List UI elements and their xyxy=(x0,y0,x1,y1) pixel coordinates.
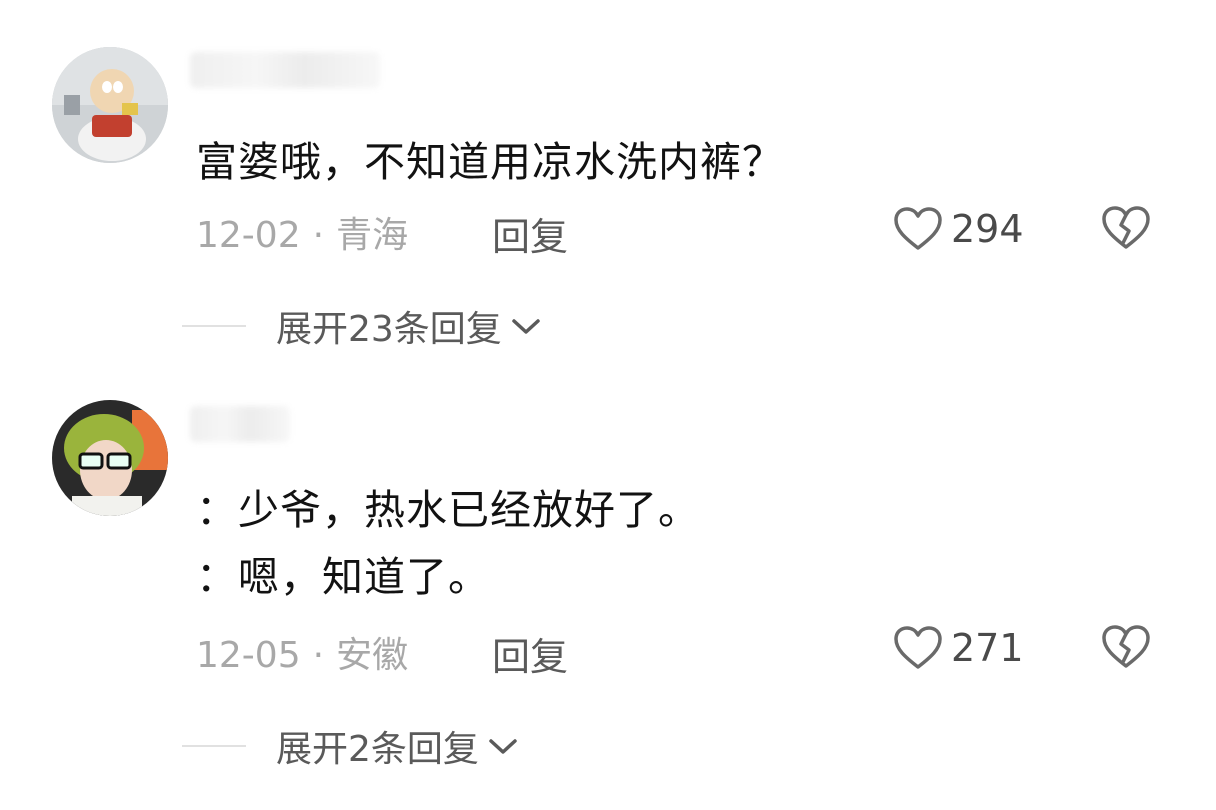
dislike-button[interactable] xyxy=(1101,624,1151,670)
comment-meta: 12-02 · 青海 xyxy=(196,206,408,258)
avatar[interactable] xyxy=(52,400,168,516)
divider xyxy=(182,325,246,327)
username-blurred[interactable] xyxy=(190,406,290,442)
dislike-button[interactable] xyxy=(1101,205,1151,251)
meta-separator: · xyxy=(312,215,325,256)
username-blurred[interactable] xyxy=(190,52,380,88)
comment-text: ：嗯，知道了。 xyxy=(196,553,490,601)
comment-item: 富婆哦，不知道用凉水洗内裤？ 12-02 · 青海 回复 294 展开23条回复 xyxy=(0,0,1216,380)
avatar[interactable] xyxy=(52,47,168,163)
comment-text: 富婆哦，不知道用凉水洗内裤？ xyxy=(196,138,784,186)
comment-date: 12-02 xyxy=(196,215,301,256)
comment-location: 安徽 xyxy=(336,635,409,676)
reply-button[interactable]: 回复 xyxy=(492,626,568,681)
comment-meta: 12-05 · 安徽 xyxy=(196,626,408,678)
like-button[interactable]: 271 xyxy=(893,623,1024,673)
comment-text: ：少爷，热水已经放好了。 xyxy=(196,486,700,534)
expand-replies-label: 展开2条回复 xyxy=(276,729,479,770)
like-count: 294 xyxy=(951,207,1024,251)
like-button[interactable]: 294 xyxy=(893,204,1024,254)
comment-date: 12-05 xyxy=(196,635,301,676)
divider xyxy=(182,745,246,747)
chevron-down-icon xyxy=(512,319,540,334)
broken-heart-icon xyxy=(1102,206,1150,249)
like-count: 271 xyxy=(951,626,1024,670)
meta-separator: · xyxy=(312,635,325,676)
broken-heart-icon xyxy=(1102,625,1150,668)
comment-item: ：少爷，热水已经放好了。 ：嗯，知道了。 12-05 · 安徽 回复 271 展开2… xyxy=(0,390,1216,810)
heart-outline-icon xyxy=(894,207,942,250)
expand-replies-label: 展开23条回复 xyxy=(276,309,502,350)
heart-outline-icon xyxy=(894,626,942,669)
reply-button[interactable]: 回复 xyxy=(492,206,568,261)
expand-replies[interactable]: 展开2条回复 xyxy=(182,720,519,772)
chevron-down-icon xyxy=(489,739,517,754)
comment-location: 青海 xyxy=(336,215,409,256)
expand-replies[interactable]: 展开23条回复 xyxy=(182,300,542,352)
